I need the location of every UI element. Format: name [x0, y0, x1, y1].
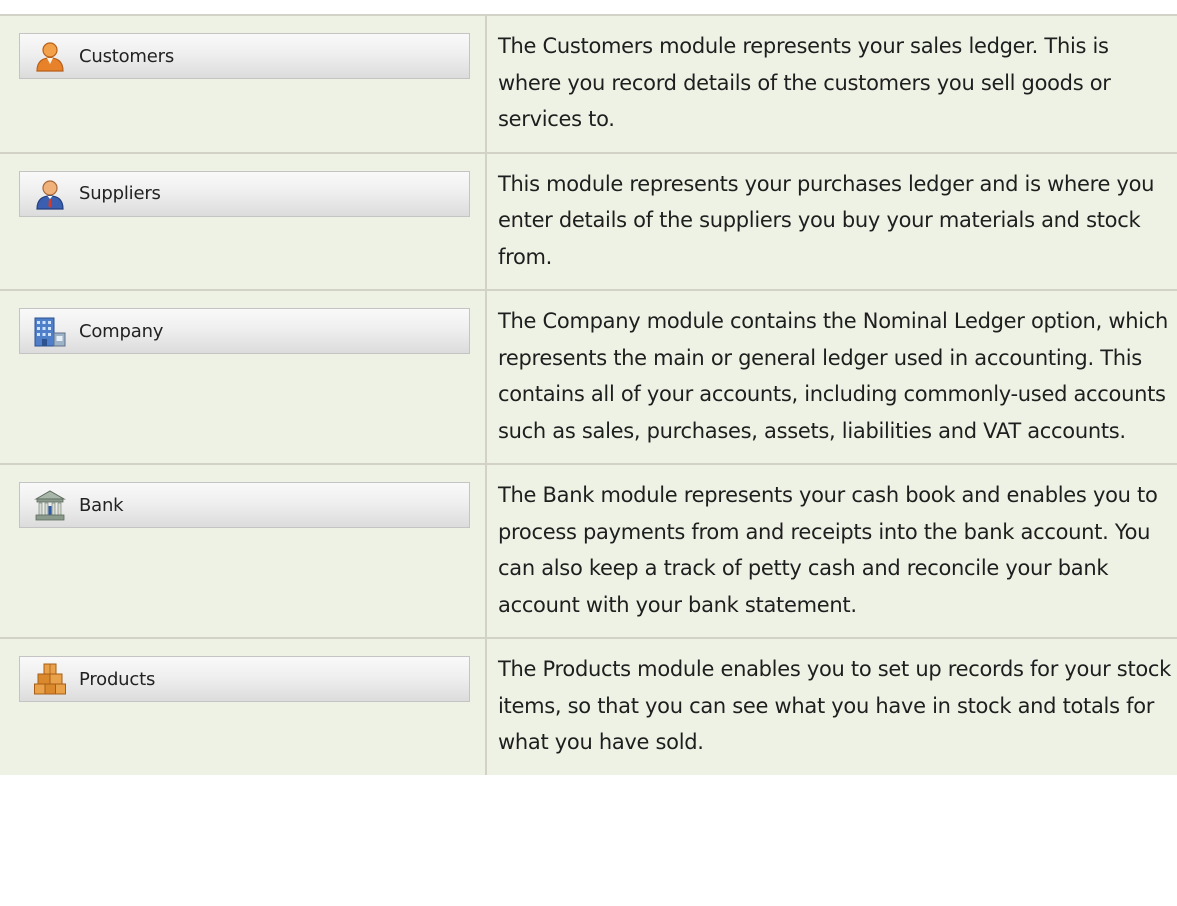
module-description-cell: The Products module enables you to set u… [485, 637, 1177, 775]
bank-building-icon [34, 490, 66, 521]
module-row-products: Products The Products module enables you… [0, 637, 1177, 775]
module-button-cell: Suppliers [0, 151, 487, 291]
module-button-cell: Products [0, 637, 487, 775]
module-row-bank: Bank The Bank module represents your cas… [0, 463, 1177, 639]
suppliers-description: This module represents your purchases le… [498, 171, 1155, 269]
module-row-suppliers: Suppliers This module represents your pu… [0, 151, 1177, 291]
module-table: Customers The Customers module represent… [0, 14, 1177, 775]
products-description: The Products module enables you to set u… [498, 657, 1172, 754]
bank-description: The Bank module represents your cash boo… [498, 483, 1158, 617]
suppliers-button[interactable]: Suppliers [19, 170, 470, 217]
products-button-label: Products [79, 668, 156, 690]
customer-person-icon [36, 42, 64, 72]
bank-button-label: Bank [79, 494, 124, 516]
customers-button-label: Customers [79, 45, 175, 67]
suppliers-button-label: Suppliers [79, 183, 161, 204]
module-description-cell: The Bank module represents your cash boo… [485, 463, 1177, 639]
module-description-cell: The Company module contains the Nominal … [485, 289, 1177, 465]
module-description-cell: This module represents your purchases le… [485, 151, 1177, 291]
company-building-icon [34, 317, 66, 347]
module-row-customers: Customers The Customers module represent… [0, 14, 1177, 154]
module-button-cell: Company [0, 289, 487, 465]
company-button-label: Company [79, 320, 164, 342]
customers-button[interactable]: Customers [19, 33, 470, 79]
products-button[interactable]: Products [19, 656, 470, 702]
module-button-cell: Customers [0, 14, 487, 154]
supplier-person-icon [36, 179, 64, 210]
stacked-boxes-icon [34, 663, 66, 695]
company-description: The Company module contains the Nominal … [498, 309, 1168, 443]
module-button-cell: Bank [0, 463, 487, 639]
module-row-company: Company The Company module contains the … [0, 289, 1177, 465]
bank-button[interactable]: Bank [19, 482, 470, 528]
company-button[interactable]: Company [19, 308, 470, 354]
customers-description: The Customers module represents your sal… [498, 34, 1111, 131]
module-description-cell: The Customers module represents your sal… [485, 14, 1177, 154]
